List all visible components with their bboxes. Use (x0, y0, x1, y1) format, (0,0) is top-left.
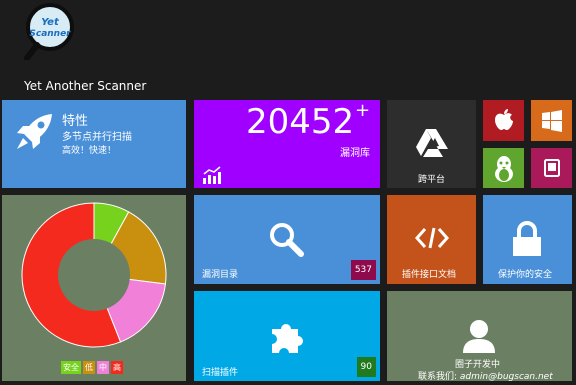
tile-vuln-catalog[interactable]: 漏洞目录 537 (194, 195, 380, 284)
tile-features[interactable]: 特性 多节点并行扫描 高效！快速！ (2, 100, 186, 188)
tile-apple[interactable] (483, 100, 524, 141)
plugins-label: 扫描插件 (202, 368, 239, 378)
vuln-db-label: 漏洞库 (340, 148, 370, 159)
legend-medium: 中 (97, 361, 109, 374)
cross-platform-label: 跨平台 (418, 175, 446, 185)
tile-cross-platform[interactable]: 跨平台 (387, 100, 476, 188)
tile-windows[interactable] (531, 100, 572, 141)
vuln-catalog-count: 537 (350, 260, 376, 280)
plugins-count: 90 (356, 357, 376, 377)
legend-low: 低 (83, 361, 95, 374)
apple-icon (495, 109, 513, 130)
app-title: Yet Another Scanner (24, 79, 147, 93)
vuln-db-plus: + (355, 100, 371, 121)
rising-chart-icon (203, 166, 221, 184)
search-icon (270, 223, 304, 257)
logo-text-scanner: Scanner (29, 29, 71, 39)
legend-high: 高 (111, 361, 123, 374)
community-contact-prefix: 联系我们: (418, 372, 458, 381)
security-label: 保护你的安全 (498, 270, 553, 280)
vuln-db-count: 20452 (246, 102, 355, 142)
logo-text-yet: Yet (41, 17, 60, 28)
windows-icon (542, 110, 562, 132)
community-email-link[interactable]: admin@bugscan.net (460, 372, 553, 381)
features-line1: 多节点并行扫描 (62, 132, 132, 143)
google-drive-icon (416, 129, 448, 157)
chart-legend: 安全 低 中 高 (61, 361, 123, 374)
features-heading: 特性 (62, 114, 89, 129)
code-icon (415, 227, 449, 249)
tile-vuln-db[interactable]: 20452 + 漏洞库 (194, 100, 380, 188)
user-icon (463, 320, 495, 353)
tile-plugins[interactable]: 扫描插件 90 (194, 291, 380, 381)
tile-community[interactable]: 圈子开发中 联系我们: admin@bugscan.net (387, 291, 572, 381)
donut-hole (58, 239, 130, 311)
puzzle-icon (272, 323, 303, 353)
community-contact: 联系我们: admin@bugscan.net (418, 369, 553, 381)
app-logo: Yet Scanner (24, 3, 74, 60)
tile-security[interactable]: 保护你的安全 (483, 195, 572, 284)
tile-severity-chart: 安全 低 中 高 (2, 195, 186, 381)
tile-plugin-docs[interactable]: 插件接口文档 (387, 195, 476, 284)
legend-safe: 安全 (61, 361, 81, 374)
tile-linux[interactable] (483, 148, 524, 188)
plugin-docs-label: 插件接口文档 (402, 270, 457, 280)
features-line2: 高效！快速！ (62, 146, 117, 156)
rocket-icon (17, 114, 52, 149)
tablet-icon (544, 159, 560, 177)
tile-mobile[interactable] (531, 148, 572, 188)
vuln-catalog-label: 漏洞目录 (202, 270, 239, 280)
severity-donut-chart (21, 202, 167, 348)
lock-icon (513, 221, 541, 256)
linux-icon (495, 156, 513, 182)
